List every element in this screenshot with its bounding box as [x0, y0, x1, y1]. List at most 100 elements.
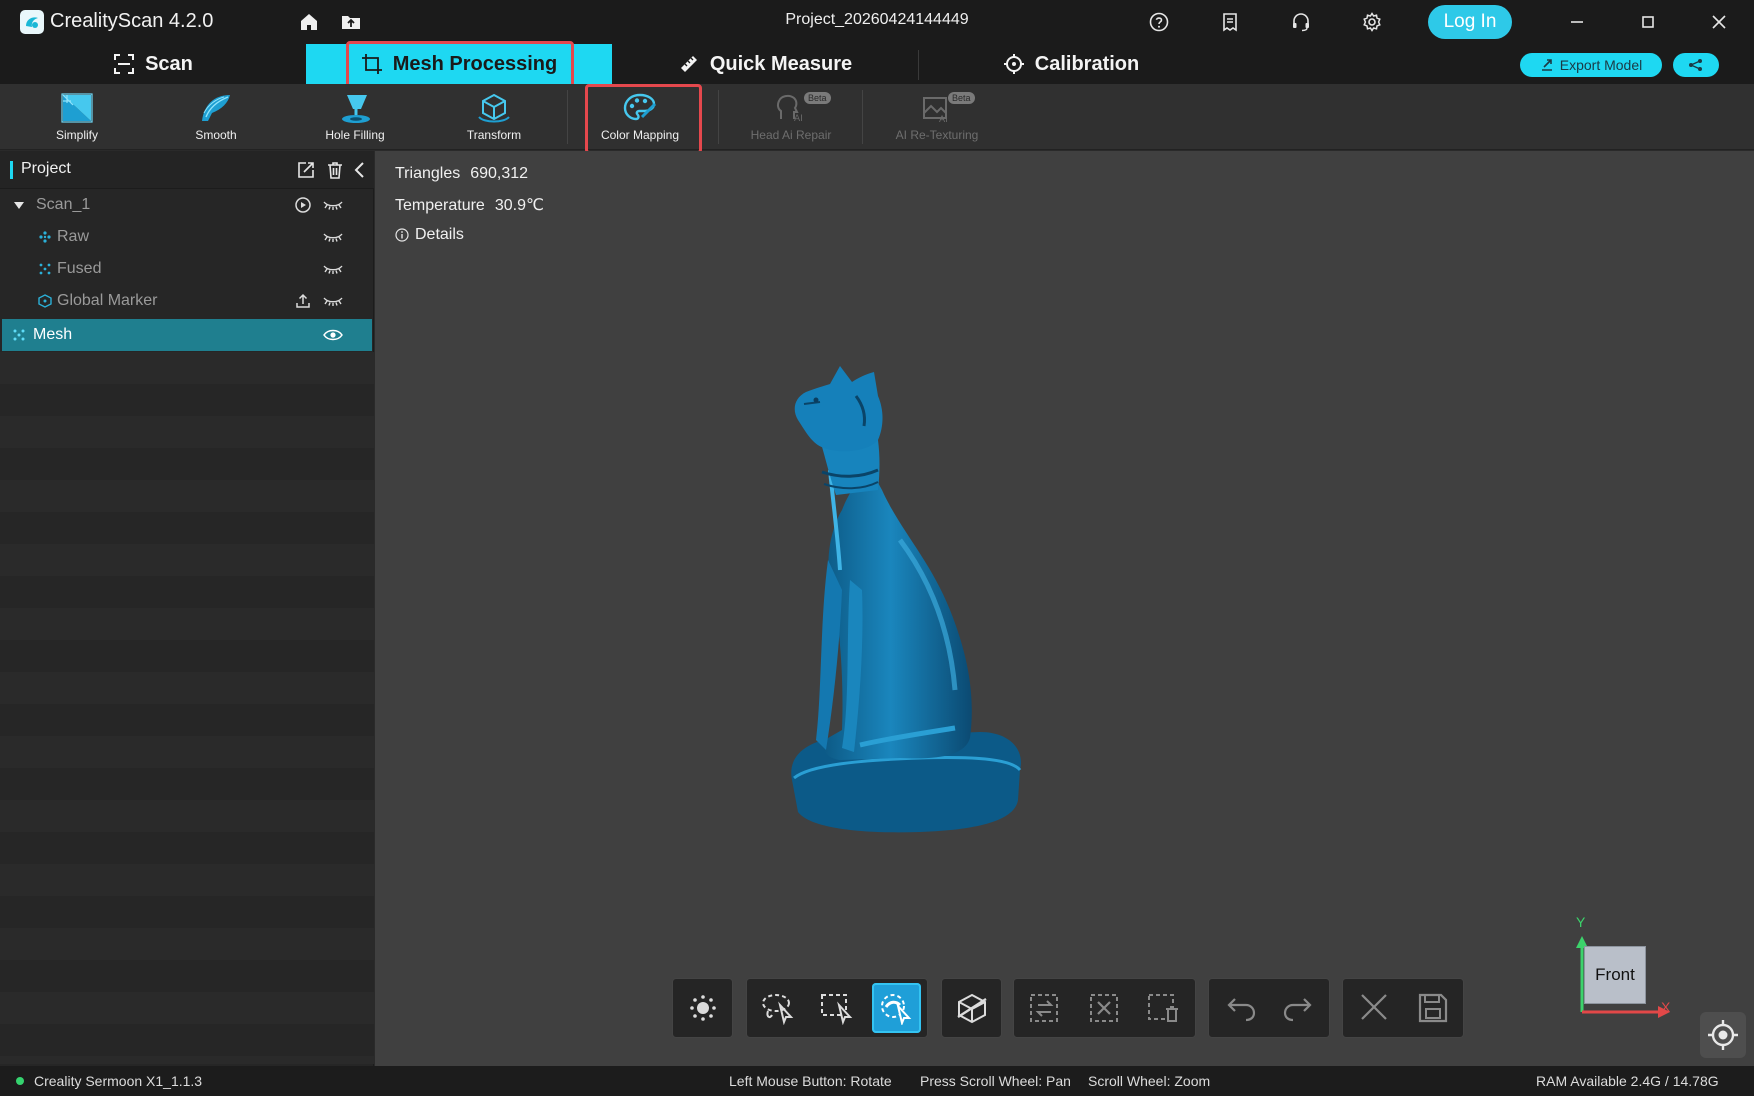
- help-icon[interactable]: [1148, 11, 1170, 33]
- mesh-points-icon: [12, 328, 26, 342]
- triangles-label: Triangles: [395, 165, 461, 182]
- details-link[interactable]: Details: [395, 226, 464, 244]
- ai-retexturing-tool[interactable]: AI AI Re-Texturing: [877, 88, 997, 148]
- share-button[interactable]: [1673, 53, 1719, 77]
- hidden-eye-icon[interactable]: [322, 261, 344, 277]
- 3d-viewport[interactable]: [375, 151, 1754, 1066]
- import-icon[interactable]: [296, 160, 316, 180]
- maximize-icon[interactable]: [1637, 11, 1659, 33]
- save-floppy-icon: [1415, 991, 1451, 1025]
- axis-y-label: Y: [1576, 914, 1586, 930]
- tab-quick-measure-label: Quick Measure: [709, 52, 853, 75]
- export-model-button[interactable]: Export Model: [1520, 53, 1662, 77]
- tree-item-label: Global Marker: [57, 292, 158, 309]
- apply-toolbar: [1342, 978, 1464, 1038]
- box-slash-icon: [954, 991, 990, 1025]
- visible-eye-icon[interactable]: [322, 327, 344, 343]
- delete-selection-button[interactable]: [1139, 983, 1189, 1033]
- simplify-tool[interactable]: Simplify: [17, 88, 137, 148]
- clear-selection-button[interactable]: [1080, 983, 1130, 1033]
- hint-rotate: Left Mouse Button: Rotate: [729, 1073, 892, 1089]
- reset-view-button[interactable]: [1700, 1012, 1746, 1058]
- ribbon-divider: [567, 90, 568, 144]
- upload-icon[interactable]: [292, 293, 314, 309]
- transform-icon: [476, 91, 512, 125]
- lighting-toolbar: [672, 978, 733, 1038]
- lasso-select-button[interactable]: [753, 983, 802, 1033]
- hidden-eye-icon[interactable]: [322, 197, 344, 213]
- view-cube-front[interactable]: Front: [1584, 946, 1646, 1004]
- marker-cube-icon: [38, 294, 52, 308]
- ribbon-divider: [862, 90, 863, 144]
- ribbon-divider: [718, 90, 719, 144]
- hole-filling-tool[interactable]: Hole Filling: [295, 88, 415, 148]
- lighting-toggle-button[interactable]: [679, 983, 726, 1033]
- smooth-label: Smooth: [195, 128, 237, 142]
- hint-pan: Press Scroll Wheel: Pan: [920, 1073, 1071, 1089]
- device-connected-indicator: [16, 1077, 24, 1085]
- tab-scan[interactable]: Scan: [0, 44, 306, 84]
- settings-gear-icon[interactable]: [1361, 11, 1383, 33]
- brush-select-button[interactable]: [871, 983, 921, 1033]
- title-bar: CrealityScan 4.2.0 Project_2026042414444…: [0, 0, 1754, 44]
- play-circle-icon[interactable]: [292, 197, 314, 213]
- tree-item-label: Raw: [57, 228, 90, 245]
- hide-selected-button[interactable]: [948, 983, 995, 1033]
- tree-item-mesh[interactable]: Mesh: [2, 319, 372, 351]
- temperature-label: Temperature: [395, 197, 485, 214]
- tree-item-global-marker[interactable]: Global Marker: [2, 285, 372, 317]
- brush-select-icon: [878, 991, 914, 1025]
- invert-selection-button[interactable]: [1020, 983, 1070, 1033]
- details-label: Details: [415, 226, 464, 243]
- collapse-panel-chevron-icon[interactable]: [350, 160, 370, 180]
- history-toolbar: [1208, 978, 1330, 1038]
- tree-item-label: Scan_1: [36, 196, 91, 213]
- triangles-value: 690,312: [470, 165, 529, 182]
- smooth-tool[interactable]: Smooth: [156, 88, 276, 148]
- tree-item-raw[interactable]: Raw: [2, 221, 372, 253]
- project-panel-title: Project: [21, 160, 71, 177]
- delete-trash-icon[interactable]: [325, 160, 345, 180]
- hidden-eye-icon[interactable]: [322, 293, 344, 309]
- support-headset-icon[interactable]: [1290, 11, 1312, 33]
- beta-badge: Beta: [948, 92, 975, 104]
- project-panel-header: Project: [0, 151, 374, 189]
- point-cloud-icon: [38, 230, 52, 244]
- undo-button[interactable]: [1215, 983, 1264, 1033]
- cancel-edit-button[interactable]: [1349, 983, 1398, 1033]
- tab-calibration-label: Calibration: [1034, 52, 1140, 75]
- head-ai-repair-tool[interactable]: AI Head Ai Repair: [731, 88, 851, 148]
- manual-icon[interactable]: [1219, 11, 1241, 33]
- scan-frame-icon: [113, 53, 135, 75]
- transform-tool[interactable]: Transform: [434, 88, 554, 148]
- minimize-icon[interactable]: [1566, 11, 1588, 33]
- tab-calibration[interactable]: Calibration: [918, 44, 1224, 84]
- selection-toolbar: [746, 978, 928, 1038]
- log-in-button[interactable]: Log In: [1428, 5, 1512, 39]
- close-icon[interactable]: [1708, 11, 1730, 33]
- cat-statue-mesh[interactable]: [780, 360, 1040, 870]
- tree-item-label: Fused: [57, 260, 102, 277]
- smooth-icon: [198, 91, 234, 125]
- rectangle-select-button[interactable]: [812, 983, 861, 1033]
- undo-icon: [1222, 991, 1258, 1025]
- delete-selection-icon: [1146, 991, 1182, 1025]
- redo-icon: [1281, 991, 1317, 1025]
- empty-list-area: [0, 352, 374, 1064]
- simplify-icon: [59, 91, 95, 125]
- beta-badge: Beta: [804, 92, 831, 104]
- x-close-icon: [1356, 991, 1392, 1025]
- export-icon: [1540, 58, 1554, 72]
- tree-item-scan-1[interactable]: Scan_1: [2, 189, 372, 221]
- axis-x-label: X: [1661, 999, 1671, 1015]
- hidden-eye-icon[interactable]: [322, 229, 344, 245]
- save-edit-button[interactable]: [1408, 983, 1457, 1033]
- tree-item-label: Mesh: [33, 326, 73, 343]
- redo-button[interactable]: [1274, 983, 1323, 1033]
- tab-quick-measure[interactable]: Quick Measure: [612, 44, 918, 84]
- expand-caret-icon[interactable]: [12, 198, 26, 212]
- tree-item-fused[interactable]: Fused: [2, 253, 372, 285]
- share-icon: [1688, 58, 1704, 72]
- point-cloud-icon: [38, 262, 52, 276]
- transform-label: Transform: [466, 128, 522, 142]
